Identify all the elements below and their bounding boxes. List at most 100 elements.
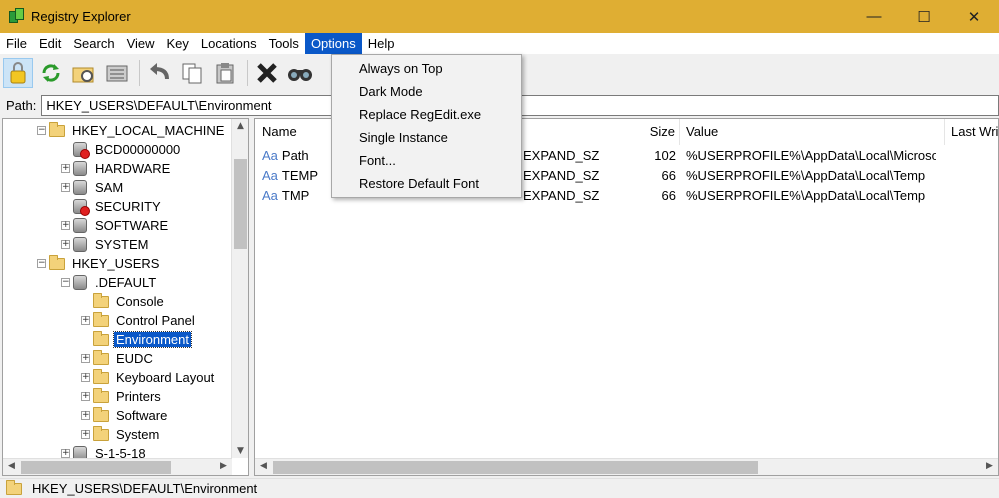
tree-node[interactable]: − HKEY_USERS [37,254,161,273]
scroll-left-icon[interactable]: ◀ [3,461,20,471]
value-name: Path [281,148,309,163]
list-horizontal-scrollbar[interactable]: ◀ ▶ [255,458,998,475]
menu-options[interactable]: Options [304,33,362,54]
tree-node[interactable]: Environment [81,330,192,349]
tree-node-label[interactable]: SOFTWARE [93,218,170,233]
tree-node-label[interactable]: SYSTEM [93,237,150,252]
expand-icon[interactable]: + [61,164,70,173]
find-icon[interactable] [285,58,315,88]
tree-horizontal-scrollbar[interactable]: ◀ ▶ [3,458,232,475]
tree-vertical-scrollbar[interactable]: ▲ ▼ [231,119,248,458]
menu-font[interactable]: Font... [359,151,396,171]
hive-icon [73,275,87,290]
menu-replace-regedit[interactable]: Replace RegEdit.exe [359,105,481,125]
tree-node-label[interactable]: Console [114,294,166,309]
refresh-icon[interactable] [36,58,66,88]
expand-icon[interactable]: + [61,183,70,192]
tree-node-label[interactable]: Keyboard Layout [114,370,216,385]
undo-icon[interactable] [144,58,174,88]
tree-node[interactable]: − HKEY_LOCAL_MACHINE [37,121,226,140]
tree-node-label[interactable]: Environment [113,331,192,348]
expand-icon[interactable]: + [61,449,70,458]
hive-list-icon[interactable] [102,58,132,88]
menu-locations[interactable]: Locations [195,33,263,54]
tree-node[interactable]: + EUDC [81,349,155,368]
menu-search[interactable]: Search [67,33,120,54]
tree-node[interactable]: + Control Panel [81,311,197,330]
expand-icon[interactable]: + [81,316,90,325]
expand-icon[interactable]: + [61,221,70,230]
tree-node[interactable]: BCD00000000 [61,140,182,159]
folder-icon [93,368,109,384]
window-title: Registry Explorer [31,9,131,24]
expand-icon[interactable]: + [81,373,90,382]
menu-edit[interactable]: Edit [33,33,67,54]
menu-single-instance[interactable]: Single Instance [359,128,448,148]
registry-tree[interactable]: − HKEY_LOCAL_MACHINE BCD00000000 + HARDWARE +… [2,118,249,476]
tree-node-label[interactable]: .DEFAULT [93,275,158,290]
menu-help[interactable]: Help [362,33,401,54]
tree-node[interactable]: + System [81,425,161,444]
tree-node-label[interactable]: EUDC [114,351,155,366]
collapse-icon[interactable]: − [37,259,46,268]
tree-node[interactable]: + Software [81,406,169,425]
expand-icon[interactable]: + [81,392,90,401]
maximize-button[interactable]: ☐ [899,0,949,33]
tree-node[interactable]: + HARDWARE [61,159,172,178]
hive-icon [73,161,87,176]
tree-hscroll-thumb[interactable] [21,461,171,474]
tree-node-label[interactable]: HKEY_LOCAL_MACHINE [70,123,226,138]
lock-icon[interactable] [3,58,33,88]
expand-icon[interactable]: + [81,411,90,420]
tree-node[interactable]: SECURITY [61,197,163,216]
paste-icon[interactable] [210,58,240,88]
menu-file[interactable]: File [0,33,33,54]
tree-node[interactable]: + Printers [81,387,163,406]
collapse-icon[interactable]: − [61,278,70,287]
folder-icon [93,311,109,327]
minimize-button[interactable]: — [849,0,899,33]
tree-node[interactable]: + SOFTWARE [61,216,170,235]
scroll-up-icon[interactable]: ▲ [232,121,248,131]
scroll-right-icon[interactable]: ▶ [215,461,232,471]
tree-node-label[interactable]: HKEY_USERS [70,256,161,271]
tree-node[interactable]: Console [81,292,166,311]
expand-icon[interactable]: + [61,240,70,249]
folder-icon [6,479,22,495]
scroll-down-icon[interactable]: ▼ [232,446,248,456]
column-size[interactable]: Size [495,119,680,145]
tree-node-label[interactable]: Software [114,408,169,423]
tree-node-label[interactable]: Printers [114,389,163,404]
tree-node[interactable]: − .DEFAULT [61,273,158,292]
scroll-right-icon[interactable]: ▶ [981,461,998,471]
delete-icon[interactable] [252,58,282,88]
menu-key[interactable]: Key [161,33,195,54]
collapse-icon[interactable]: − [37,126,46,135]
tree-node[interactable]: + SYSTEM [61,235,150,254]
value-name: TMP [281,188,310,203]
column-value[interactable]: Value [680,119,945,145]
tree-node-label[interactable]: SAM [93,180,125,195]
tree-node-label[interactable]: System [114,427,161,442]
copy-icon[interactable] [177,58,207,88]
tree-node[interactable]: + Keyboard Layout [81,368,216,387]
close-button[interactable]: ✕ [949,0,999,33]
menu-restore-default-font[interactable]: Restore Default Font [359,174,479,194]
tree-node-label[interactable]: BCD00000000 [93,142,182,157]
tree-node-label[interactable]: Control Panel [114,313,197,328]
list-hscroll-thumb[interactable] [273,461,758,474]
open-hive-icon[interactable] [69,58,99,88]
menu-always-on-top[interactable]: Always on Top [359,59,443,79]
status-text: HKEY_USERS\DEFAULT\Environment [32,481,258,496]
menu-view[interactable]: View [121,33,161,54]
menu-tools[interactable]: Tools [263,33,305,54]
expand-icon[interactable]: + [81,354,90,363]
tree-node-label[interactable]: SECURITY [93,199,163,214]
menu-dark-mode[interactable]: Dark Mode [359,82,423,102]
tree-vscroll-thumb[interactable] [234,159,247,249]
tree-node-label[interactable]: HARDWARE [93,161,172,176]
column-last-write[interactable]: Last Writ [945,119,998,145]
tree-node[interactable]: + SAM [61,178,125,197]
scroll-left-icon[interactable]: ◀ [255,461,272,471]
expand-icon[interactable]: + [81,430,90,439]
